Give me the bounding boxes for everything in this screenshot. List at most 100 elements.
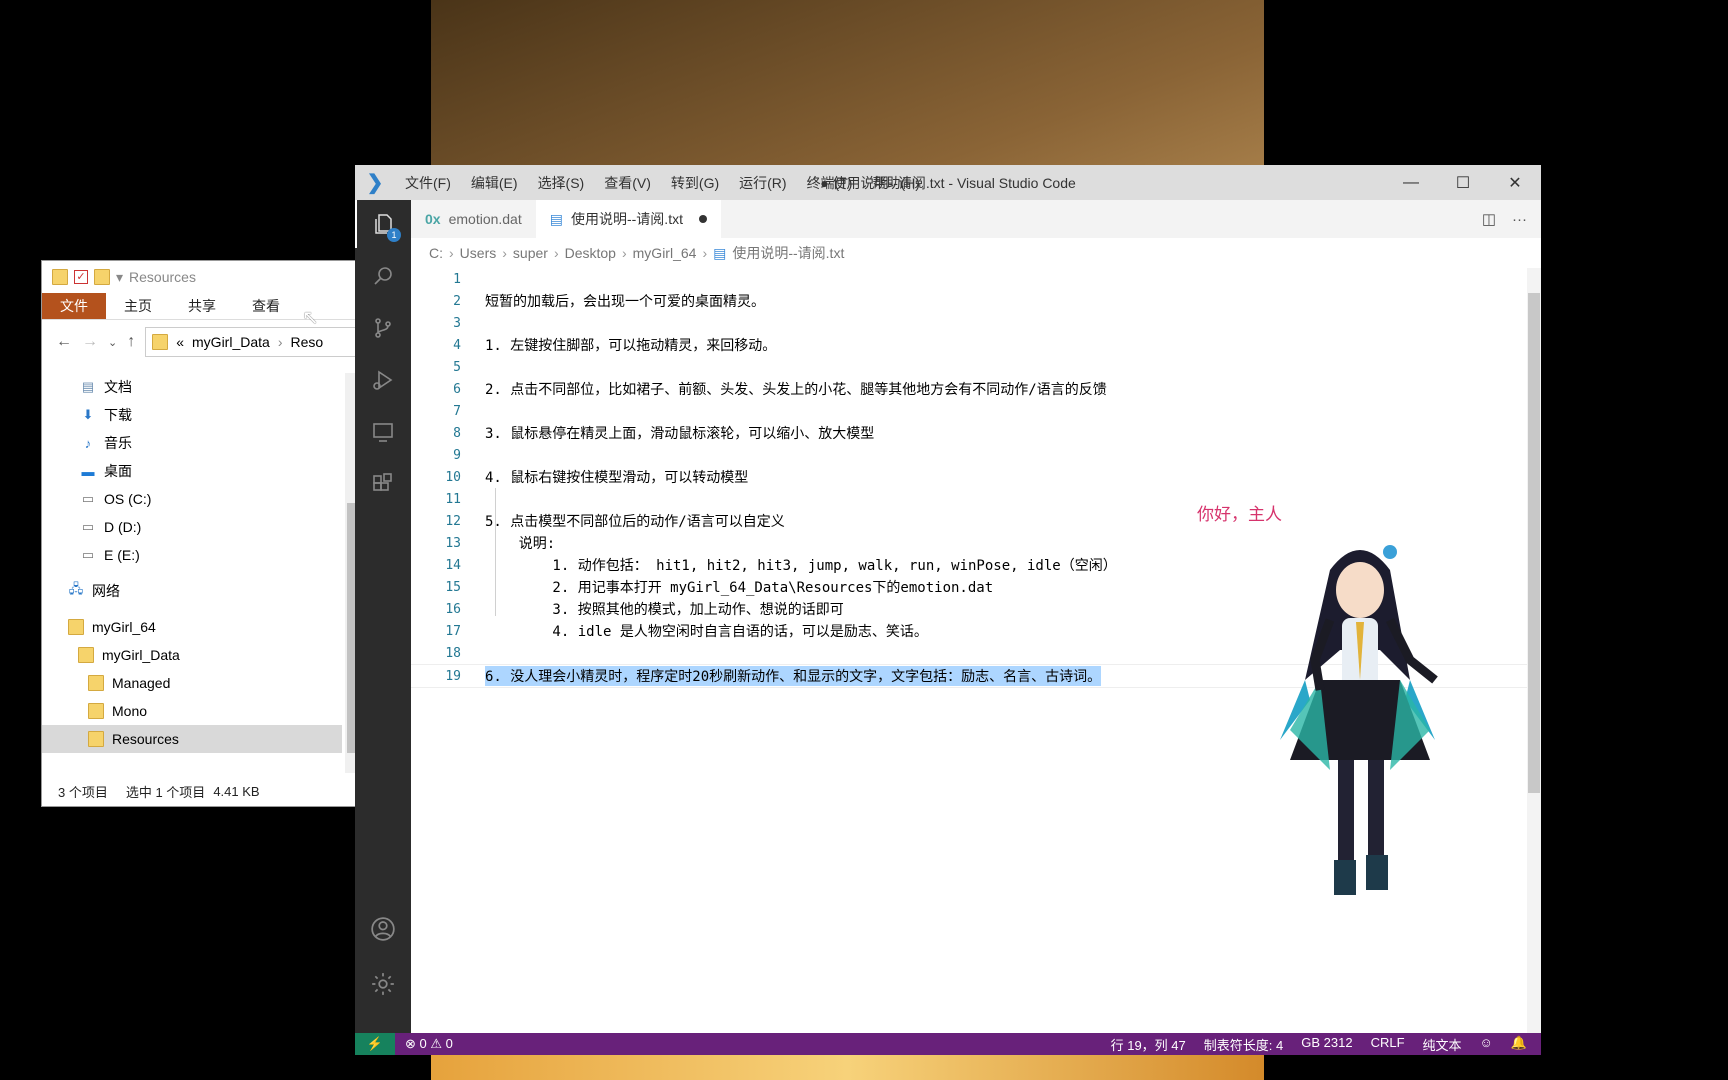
explorer-activity-icon[interactable]: 1 [355, 200, 413, 248]
menu-selection[interactable]: 选择(S) [528, 175, 595, 191]
code-line[interactable]: 3 [411, 312, 1527, 334]
chevron-right-icon: › [449, 245, 454, 261]
address-bar[interactable]: « myGirl_Data › Reso [145, 327, 357, 357]
extensions-icon[interactable] [355, 460, 411, 508]
breadcrumb-item[interactable]: super [513, 245, 548, 261]
line-ending[interactable]: CRLF [1371, 1035, 1405, 1054]
close-icon[interactable]: ✕ [1489, 165, 1541, 200]
code-line[interactable]: 1 [411, 268, 1527, 290]
code-line[interactable]: 2 短暂的加载后，会出现一个可爱的桌面精灵。 [411, 290, 1527, 312]
tree-item-mygirl-data[interactable]: myGirl_Data [42, 641, 342, 669]
language-mode[interactable]: 纯文本 [1423, 1035, 1462, 1054]
tree-item-drive-e[interactable]: ▭ E (E:) [42, 541, 342, 569]
tree-item-network[interactable]: 🖧 网络 [42, 577, 342, 605]
tree-item-music[interactable]: ♪ 音乐 [42, 429, 342, 457]
line-number: 16 [445, 601, 461, 617]
vscode-logo-icon: ❯ [366, 172, 384, 194]
menu-go[interactable]: 转到(G) [661, 175, 729, 191]
notifications-bell-icon[interactable]: 🔔 [1511, 1035, 1527, 1054]
tree-item-desktop[interactable]: ▬ 桌面 [42, 457, 342, 485]
code-line[interactable]: 8 3. 鼠标悬停在精灵上面，滑动鼠标滚轮，可以缩小、放大模型 [411, 422, 1527, 444]
accounts-icon[interactable] [355, 905, 411, 953]
unsaved-dot-icon[interactable] [698, 215, 707, 223]
mascot-speech: 你好，主人 [1197, 505, 1282, 524]
tab-size[interactable]: 制表符长度: 4 [1204, 1035, 1283, 1054]
desktop-icon: ▬ [81, 463, 95, 479]
address-segment[interactable]: myGirl_Data [192, 334, 270, 350]
scrollbar-thumb[interactable] [1528, 293, 1540, 793]
mascot-character-image[interactable] [1260, 530, 1460, 910]
line-number: 12 [445, 513, 461, 529]
code-line[interactable]: 7 [411, 400, 1527, 422]
scrollbar-thumb[interactable] [347, 503, 355, 753]
address-segment[interactable]: Reso [290, 334, 323, 350]
code-text: 6. 没人理会小精灵时，程序定时20秒刷新动作、和显示的文字，文字包括：励志、名… [485, 666, 1102, 686]
menu-help[interactable]: 帮助(H) [862, 175, 929, 191]
editor-scrollbar[interactable] [1527, 268, 1541, 1033]
menu-terminal[interactable]: 终端(T) [797, 175, 863, 191]
tree-item-documents[interactable]: ▤ 文档 [42, 373, 342, 401]
breadcrumb-item[interactable]: C: [429, 245, 443, 261]
folder-icon [88, 703, 104, 719]
ribbon-view-tab[interactable]: 查看 [234, 293, 298, 319]
breadcrumb-item[interactable]: myGirl_64 [633, 245, 697, 261]
tree-item-label: D (D:) [104, 519, 142, 535]
address-overflow[interactable]: « [176, 334, 184, 350]
minimize-icon[interactable]: — [1385, 165, 1437, 200]
run-debug-icon[interactable] [355, 356, 411, 404]
tab-readme-txt[interactable]: ▤ 使用说明--请阅.txt [535, 200, 721, 238]
new-folder-icon[interactable] [94, 269, 110, 285]
explorer-statusbar: 3 个项目 选中 1 个项目 4.41 KB [42, 776, 357, 806]
cursor-position[interactable]: 行 19，列 47 [1111, 1035, 1186, 1054]
menu-file[interactable]: 文件(F) [395, 175, 461, 191]
tree-item-drive-d[interactable]: ▭ D (D:) [42, 513, 342, 541]
code-line[interactable]: 11 [411, 488, 1527, 510]
folder-icon [68, 619, 84, 635]
code-line[interactable]: 9 [411, 444, 1527, 466]
code-line[interactable]: 4 1. 左键按住脚部，可以拖动精灵，来回移动。 [411, 334, 1527, 356]
line-number: 15 [445, 579, 461, 595]
split-editor-icon[interactable]: ◫ [1482, 210, 1496, 228]
search-icon[interactable] [355, 252, 411, 300]
ribbon-share-tab[interactable]: 共享 [170, 293, 234, 319]
maximize-icon[interactable]: ☐ [1437, 165, 1489, 200]
tree-item-mygirl64[interactable]: myGirl_64 [42, 613, 342, 641]
breadcrumb-item[interactable]: 使用说明--请阅.txt [732, 243, 844, 263]
breadcrumb-item[interactable]: Users [460, 245, 497, 261]
feedback-icon[interactable]: ☺ [1480, 1035, 1493, 1054]
code-line[interactable]: 10 4. 鼠标右键按住模型滑动，可以转动模型 [411, 466, 1527, 488]
up-arrow-icon[interactable]: ↑ [127, 333, 135, 351]
explorer-title: Resources [129, 269, 196, 285]
tree-item-mono[interactable]: Mono [42, 697, 342, 725]
tree-item-drive-c[interactable]: ▭ OS (C:) [42, 485, 342, 513]
tree-item-label: 网络 [92, 583, 120, 599]
tree-item-label: 下载 [104, 407, 132, 423]
dropdown-icon[interactable]: ▾ [116, 269, 123, 286]
vscode-titlebar: ● 使用说明--请阅.txt - Visual Studio Code ❯ 文件… [355, 165, 1541, 200]
code-line[interactable]: 5 [411, 356, 1527, 378]
tree-item-resources[interactable]: Resources [42, 725, 342, 753]
forward-arrow-icon[interactable]: → [82, 333, 98, 351]
settings-gear-icon[interactable] [355, 960, 411, 1008]
remote-explorer-icon[interactable] [355, 408, 411, 456]
recent-dropdown-icon[interactable]: ⌄ [108, 336, 117, 349]
more-actions-icon[interactable]: ··· [1512, 211, 1527, 228]
ribbon-home-tab[interactable]: 主页 [106, 293, 170, 319]
code-line[interactable]: 12 5. 点击模型不同部位后的动作/语言可以自定义 [411, 510, 1527, 532]
tree-item-downloads[interactable]: ⬇ 下载 [42, 401, 342, 429]
tree-item-managed[interactable]: Managed [42, 669, 342, 697]
problems-indicator[interactable]: ⊗ 0 ⚠ 0 [395, 1036, 453, 1052]
code-line[interactable]: 6 2. 点击不同部位，比如裙子、前额、头发、头发上的小花、腿等其他地方会有不同动… [411, 378, 1527, 400]
menu-run[interactable]: 运行(R) [729, 175, 796, 191]
code-text: 4. 鼠标右键按住模型滑动，可以转动模型 [485, 470, 749, 486]
menu-edit[interactable]: 编辑(E) [461, 175, 528, 191]
breadcrumb-item[interactable]: Desktop [565, 245, 616, 261]
remote-indicator-icon[interactable]: ⚡ [355, 1033, 395, 1055]
back-arrow-icon[interactable]: ← [56, 333, 72, 351]
properties-icon[interactable]: ✓ [74, 270, 88, 284]
source-control-icon[interactable] [355, 304, 411, 352]
ribbon-file-tab[interactable]: 文件 [42, 293, 106, 319]
menu-view[interactable]: 查看(V) [594, 175, 661, 191]
encoding[interactable]: GB 2312 [1301, 1035, 1352, 1054]
tab-emotion-dat[interactable]: 0x emotion.dat [411, 200, 536, 238]
